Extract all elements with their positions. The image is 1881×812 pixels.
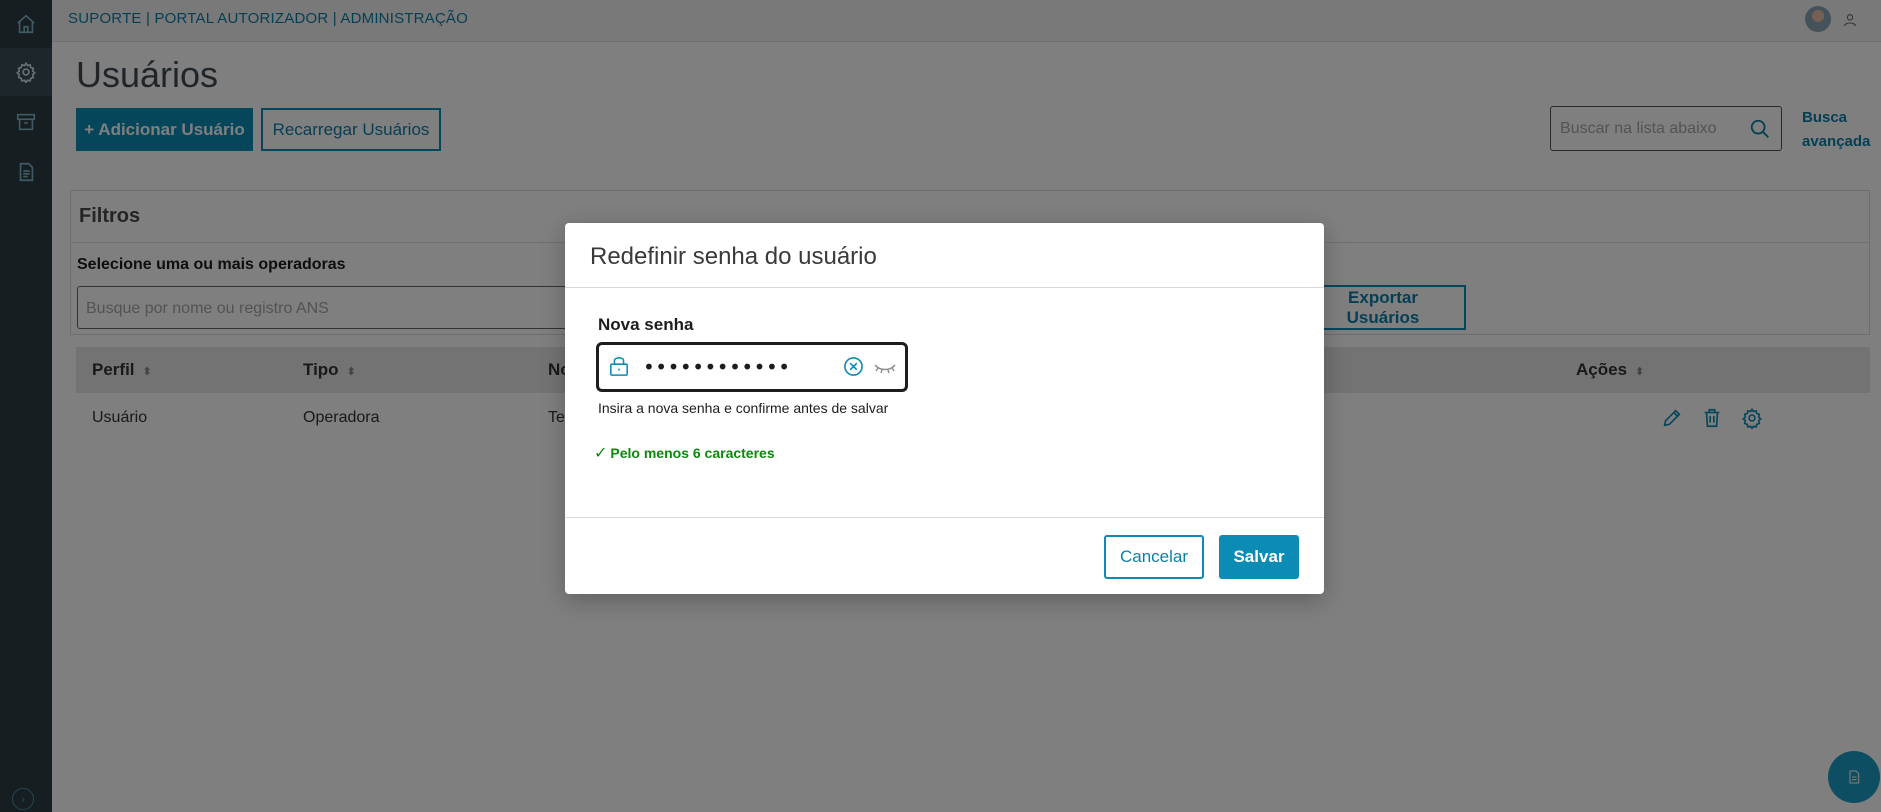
modal-header: Redefinir senha do usuário	[565, 223, 1324, 288]
clear-icon[interactable]	[843, 356, 865, 378]
eye-closed-icon[interactable]	[873, 357, 897, 377]
password-rule-text: Pelo menos 6 caracteres	[610, 445, 775, 461]
cancel-button[interactable]: Cancelar	[1104, 535, 1204, 579]
new-password-label: Nova senha	[598, 315, 694, 334]
modal-title: Redefinir senha do usuário	[590, 243, 877, 270]
checkmark-icon: ✓	[594, 445, 608, 462]
save-button[interactable]: Salvar	[1219, 535, 1299, 579]
new-password-field	[597, 343, 907, 391]
password-helper-text: Insira a nova senha e confirme antes de …	[598, 400, 889, 416]
new-password-input[interactable]	[643, 354, 833, 380]
reset-password-modal: Redefinir senha do usuário Nova senha In…	[565, 223, 1324, 594]
lock-icon	[609, 355, 631, 379]
modal-footer: Cancelar Salvar	[565, 517, 1324, 594]
password-rule: ✓ Pelo menos 6 caracteres	[594, 443, 775, 463]
